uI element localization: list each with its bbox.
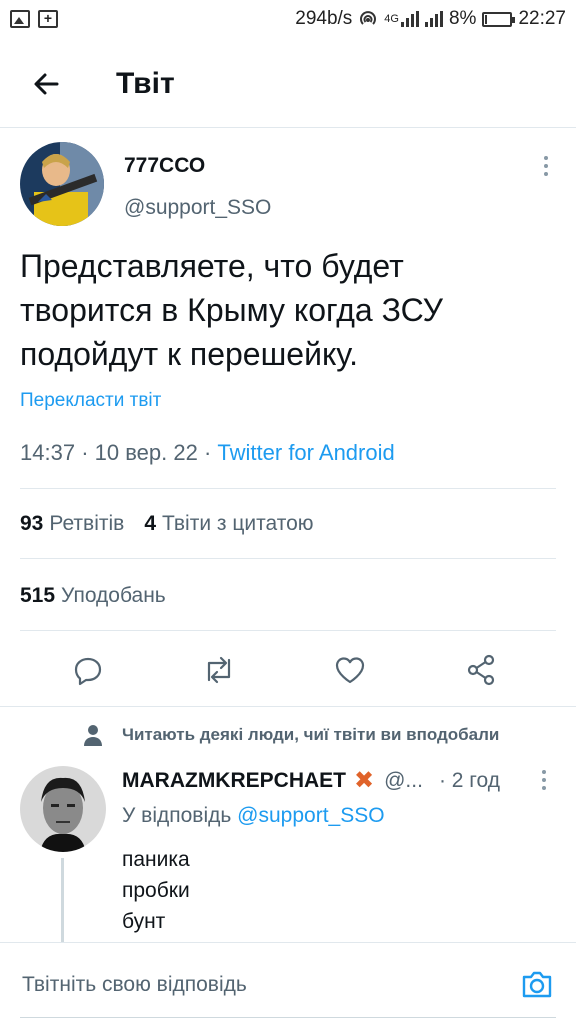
more-icon[interactable] [540, 770, 548, 790]
battery-fill [485, 14, 488, 24]
avatar[interactable] [20, 766, 106, 852]
avatar-image [20, 766, 106, 852]
quotes-stat[interactable]: 4 Твіти з цитатою [144, 512, 313, 536]
previous-tweet-peek [0, 114, 576, 128]
reply-text-line: бунт [122, 910, 166, 933]
tweet-text-line: подойдут к перешейку. [20, 336, 358, 372]
divider [20, 558, 556, 559]
replying-to-label: У відповідь [122, 804, 232, 827]
add-notification-icon: + [38, 10, 58, 28]
reply-input[interactable]: Твітніть свою відповідь [22, 973, 482, 997]
reply-text-line: пробки [122, 879, 190, 902]
meta-separator: · [203, 440, 212, 465]
back-button[interactable] [22, 60, 70, 108]
network-type: 4G [384, 13, 399, 25]
reply-header: MARAZMKREPCHAET ✖ @... · 2 год [122, 766, 556, 795]
avatar-image [20, 142, 104, 226]
quotes-count: 4 [144, 512, 156, 535]
tweet-actions [0, 648, 576, 692]
battery-percent: 8% [448, 8, 477, 29]
gallery-notification-icon [10, 10, 30, 28]
tweet-text-line: творится в Крыму когда ЗСУ [20, 292, 443, 328]
tweet-time: 14:37 [20, 440, 76, 465]
reply-time: · 2 год [438, 768, 500, 792]
retweet-icon [207, 656, 230, 684]
like-stats: 515 Уподобань [20, 584, 166, 608]
compose-underline [20, 1017, 556, 1018]
meta-separator: · [81, 440, 89, 465]
social-context-text: Читають деякі люди, чиї твіти ви вподоба… [122, 725, 500, 744]
replying-to-handle[interactable]: @support_SSO [237, 804, 384, 827]
tweet-source-link[interactable]: Twitter for Android [217, 440, 394, 465]
reply-text-line: паника [122, 848, 190, 871]
more-icon[interactable] [542, 156, 550, 176]
camera-button[interactable] [520, 967, 554, 1001]
person-icon [84, 725, 102, 746]
tweet-date: 10 вер. 22 [94, 440, 198, 465]
status-right: 294b/s 4G 8% 22:27 [295, 8, 566, 30]
signal-icon [400, 11, 419, 27]
reply-icon [74, 657, 101, 686]
replying-to: У відповідь @support_SSO [122, 804, 385, 828]
app-header: Твіт [0, 52, 576, 116]
user-handle[interactable]: @support_SSO [124, 196, 271, 220]
divider [20, 488, 556, 489]
status-left: + [10, 10, 58, 28]
signal-icon-2 [424, 11, 443, 27]
reply-button[interactable] [68, 650, 108, 690]
section-separator [0, 706, 576, 707]
social-context: Читають деякі люди, чиї твіти ви вподоба… [84, 724, 499, 746]
author-names: 777ССО @support_SSO [124, 154, 271, 232]
retweets-label: Ретвітів [49, 512, 125, 535]
likes-stat[interactable]: 515 Уподобань [20, 584, 166, 608]
tweet-author: 777ССО @support_SSO [20, 142, 556, 232]
reply-text: паника пробки бунт [122, 844, 190, 937]
compose-bar: Твітніть свою відповідь [0, 942, 576, 1024]
thread-line [61, 858, 64, 944]
tweet-meta: 14:37 · 10 вер. 22 · Twitter for Android [20, 440, 395, 466]
share-button[interactable] [461, 650, 501, 690]
clock: 22:27 [518, 8, 566, 29]
retweets-stat[interactable]: 93 Ретвітів [20, 512, 124, 536]
battery-icon [482, 11, 516, 27]
likes-label: Уподобань [61, 584, 166, 607]
like-button[interactable] [330, 650, 370, 690]
retweet-button[interactable] [199, 650, 239, 690]
quotes-label: Твіти з цитатою [162, 512, 314, 535]
status-bar: + 294b/s 4G 8% 22:27 [0, 0, 576, 38]
share-icon [467, 654, 494, 686]
avatar[interactable] [20, 142, 104, 226]
translate-tweet-link[interactable]: Перекласти твіт [20, 390, 161, 412]
reply-badge: ✖ [354, 767, 375, 794]
tweet-text-line: Представляете, что будет [20, 248, 404, 284]
hotspot-icon [360, 11, 377, 25]
likes-count: 515 [20, 584, 56, 607]
back-arrow-icon [34, 73, 59, 95]
reply-display-name[interactable]: MARAZMKREPCHAET [122, 769, 346, 793]
page-title: Твіт [116, 67, 175, 100]
tweet-text: Представляете, что будет творится в Крым… [20, 244, 556, 376]
retweets-count: 93 [20, 512, 44, 535]
display-name[interactable]: 777ССО [124, 154, 271, 178]
retweet-stats: 93 Ретвітів 4 Твіти з цитатою [20, 512, 314, 536]
like-icon [335, 657, 364, 684]
network-speed: 294b/s [295, 8, 353, 29]
camera-icon [522, 971, 552, 998]
divider [20, 630, 556, 631]
reply-handle[interactable]: @... [384, 769, 423, 793]
